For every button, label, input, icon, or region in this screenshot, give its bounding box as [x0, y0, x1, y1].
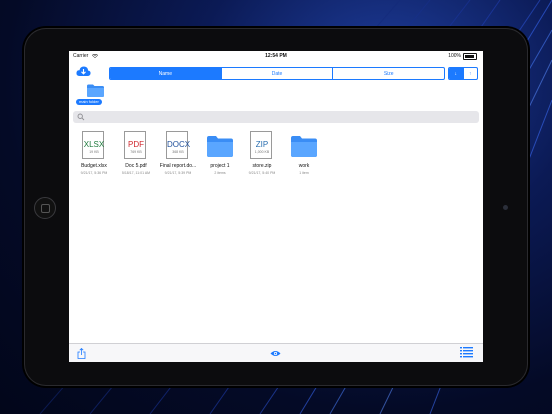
item-subtitle: 1 item [299, 171, 309, 175]
status-time: 12:54 PM [265, 53, 287, 59]
folder-icon [87, 84, 104, 97]
file-ext: XLSX [83, 140, 105, 149]
folder-item[interactable]: project 12 items [199, 129, 241, 184]
document-icon: ZIP 1,000 KB [250, 131, 272, 159]
folder-item[interactable]: work 1 item [283, 129, 325, 184]
file-item[interactable]: DOCX 368 KB Final report.do... 9/21/17, 5:3… [157, 129, 199, 184]
status-bar: Carrier 12:54 PM 100% [69, 51, 483, 61]
file-icon: XLSX 19 KB [81, 131, 107, 161]
search-input[interactable] [87, 111, 467, 123]
file-ext: DOCX [167, 140, 191, 149]
file-icon: ZIP 1,000 KB [249, 131, 275, 161]
search-icon [77, 113, 85, 121]
battery-percent: 100% [448, 53, 461, 59]
cloud-download-icon[interactable] [76, 66, 91, 77]
home-button[interactable] [34, 197, 56, 219]
file-size: 1,000 KB [254, 150, 270, 154]
file-icon: PDF 769 KB [123, 131, 149, 161]
file-grid: XLSX 19 KB Budget.xlsx 9/21/17, 5:36 PM PDF 7… [69, 129, 483, 189]
eye-icon[interactable] [270, 350, 281, 357]
document-icon: XLSX 19 KB [82, 131, 104, 159]
file-item[interactable]: XLSX 19 KB Budget.xlsx 9/21/17, 5:36 PM [73, 129, 115, 184]
toolbar: Name Date Size ↓ ↑ [69, 63, 483, 81]
sort-order-control: ↓ ↑ [448, 67, 478, 80]
tab-date[interactable]: Date [222, 68, 334, 79]
sort-ascending-button[interactable]: ↑ [462, 68, 478, 79]
file-size: 769 KB [130, 150, 142, 154]
bottom-toolbar [69, 343, 483, 362]
file-size: 368 KB [172, 150, 184, 154]
camera [503, 205, 508, 210]
search-bar [73, 111, 479, 123]
sort-segmented-control: Name Date Size [109, 67, 445, 80]
app-screen: Carrier 12:54 PM 100% Name Date Size ↓ ↑… [69, 51, 483, 362]
file-ext: PDF [128, 140, 144, 149]
breadcrumb-label: main folder [76, 99, 102, 105]
document-icon: PDF 769 KB [124, 131, 146, 159]
file-ext: ZIP [255, 140, 269, 149]
battery-icon [463, 53, 477, 60]
document-icon: DOCX 368 KB [166, 131, 191, 159]
folder-icon [207, 136, 233, 157]
list-icon[interactable] [460, 346, 473, 360]
tab-size[interactable]: Size [333, 68, 444, 79]
breadcrumb[interactable]: main folder [75, 84, 115, 108]
file-icon: DOCX 368 KB [165, 131, 191, 161]
folder-icon [291, 131, 317, 161]
file-item[interactable]: ZIP 1,000 KB store.zip 9/21/17, 5:40 PM [241, 129, 283, 184]
file-size: 19 KB [89, 150, 99, 154]
tab-name[interactable]: Name [110, 68, 222, 79]
folder-icon [207, 131, 233, 161]
item-name: work [298, 163, 310, 169]
sort-descending-button[interactable]: ↓ [449, 68, 463, 79]
file-item[interactable]: PDF 769 KB Doc 5.pdf 5/18/17, 11:01 AM [115, 129, 157, 184]
share-icon[interactable] [77, 348, 86, 359]
folder-icon [291, 136, 317, 157]
